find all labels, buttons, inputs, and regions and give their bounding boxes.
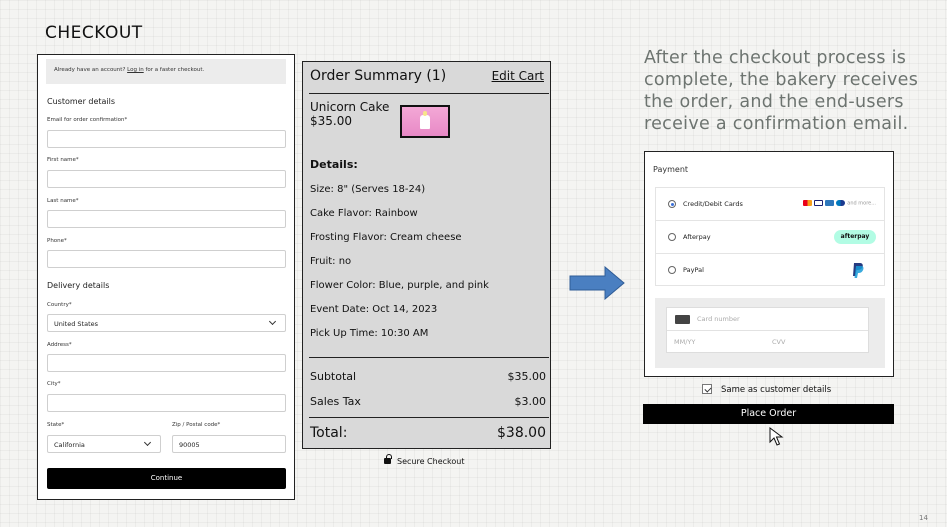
sales-tax-label: Sales Tax bbox=[310, 395, 361, 408]
zip-field[interactable]: 90005 bbox=[172, 435, 286, 453]
place-order-button[interactable]: Place Order bbox=[643, 404, 894, 424]
city-label: City* bbox=[47, 381, 61, 387]
login-suffix: for a faster checkout. bbox=[145, 67, 205, 73]
mouse-cursor-icon bbox=[769, 427, 784, 446]
visa-icon bbox=[814, 200, 824, 206]
first-name-label: First name* bbox=[47, 157, 79, 163]
email-field[interactable] bbox=[47, 130, 286, 148]
continue-button[interactable]: Continue bbox=[47, 468, 286, 489]
login-banner: Already have an account? Log in for a fa… bbox=[46, 59, 286, 84]
card-details-area: Card number MM/YY CVV bbox=[655, 298, 885, 368]
payment-option-paypal[interactable]: PayPal bbox=[655, 253, 885, 286]
address-label: Address* bbox=[47, 342, 72, 348]
login-prompt: Already have an account? bbox=[54, 67, 126, 73]
divider bbox=[309, 357, 549, 358]
radio-unselected[interactable] bbox=[668, 233, 676, 241]
card-fields: Card number MM/YY CVV bbox=[666, 307, 869, 353]
last-name-field[interactable] bbox=[47, 210, 286, 228]
card-option-label: Credit/Debit Cards bbox=[683, 200, 743, 208]
total-label: Total: bbox=[310, 425, 348, 441]
last-name-label: Last name* bbox=[47, 198, 79, 204]
chevron-down-icon bbox=[268, 317, 277, 326]
edit-cart-link[interactable]: Edit Cart bbox=[492, 69, 544, 83]
item-name: Unicorn Cake bbox=[310, 100, 390, 114]
checkout-form-panel: Already have an account? Log in for a fa… bbox=[37, 54, 295, 500]
divider bbox=[309, 93, 549, 94]
diners-icon bbox=[836, 200, 846, 206]
customer-details-heading: Customer details bbox=[47, 97, 116, 106]
subtotal-value: $35.00 bbox=[507, 370, 547, 383]
state-value: California bbox=[54, 441, 85, 449]
secure-checkout: Secure Checkout bbox=[384, 454, 465, 466]
right-arrow-icon bbox=[569, 266, 625, 300]
first-name-field[interactable] bbox=[47, 170, 286, 188]
detail-event-date: Event Date: Oct 14, 2023 bbox=[310, 304, 438, 315]
detail-cake-flavor: Cake Flavor: Rainbow bbox=[310, 208, 418, 219]
detail-fruit: Fruit: no bbox=[310, 256, 352, 267]
city-field[interactable] bbox=[47, 394, 286, 412]
payment-title: Payment bbox=[653, 165, 689, 174]
cake-thumbnail bbox=[400, 105, 450, 138]
expiry-field[interactable]: MM/YY bbox=[674, 338, 695, 346]
page-number: 14 bbox=[919, 514, 928, 522]
phone-field[interactable] bbox=[47, 250, 286, 268]
credit-card-icon bbox=[675, 315, 690, 324]
subtotal-row: Subtotal $35.00 bbox=[310, 370, 546, 383]
detail-pickup-time: Pick Up Time: 10:30 AM bbox=[310, 328, 429, 339]
card-number-placeholder: Card number bbox=[697, 315, 740, 323]
phone-label: Phone* bbox=[47, 238, 67, 244]
radio-unselected[interactable] bbox=[668, 266, 676, 274]
sales-tax-value: $3.00 bbox=[514, 395, 547, 408]
details-heading: Details: bbox=[310, 158, 358, 171]
address-field[interactable] bbox=[47, 354, 286, 372]
zip-value: 90005 bbox=[179, 441, 200, 449]
amex-icon bbox=[825, 200, 835, 206]
country-select[interactable]: United States bbox=[47, 314, 286, 332]
state-select[interactable]: California bbox=[47, 435, 161, 453]
mastercard-icon bbox=[803, 200, 813, 206]
item-price: $35.00 bbox=[310, 114, 352, 128]
sales-tax-row: Sales Tax $3.00 bbox=[310, 395, 546, 408]
paypal-icon bbox=[853, 263, 864, 278]
payment-option-afterpay[interactable]: Afterpay afterpay bbox=[655, 220, 885, 253]
email-label: Email for order confirmation* bbox=[47, 117, 128, 123]
subtotal-label: Subtotal bbox=[310, 370, 357, 383]
afterpay-badge: afterpay bbox=[834, 230, 876, 244]
slide-title: CHECKOUT bbox=[45, 23, 143, 43]
order-summary-title: Order Summary (1) bbox=[310, 68, 447, 84]
same-as-customer-row[interactable]: Same as customer details bbox=[702, 384, 831, 395]
card-number-field[interactable]: Card number bbox=[667, 308, 868, 331]
zip-label: Zip / Postal code* bbox=[172, 422, 221, 428]
paypal-option-label: PayPal bbox=[683, 266, 704, 274]
detail-frosting-flavor: Frosting Flavor: Cream cheese bbox=[310, 232, 462, 243]
divider bbox=[309, 417, 549, 418]
payment-option-card[interactable]: Credit/Debit Cards and more... bbox=[655, 187, 885, 220]
cvv-field[interactable]: CVV bbox=[772, 338, 785, 346]
detail-flower-color: Flower Color: Blue, purple, and pink bbox=[310, 280, 489, 291]
total-row: Total: $38.00 bbox=[310, 425, 546, 441]
same-as-customer-checkbox[interactable] bbox=[702, 384, 712, 394]
country-value: United States bbox=[54, 320, 99, 328]
same-as-customer-label: Same as customer details bbox=[721, 385, 832, 395]
lock-icon bbox=[384, 454, 392, 464]
country-label: Country* bbox=[47, 302, 72, 308]
radio-selected[interactable] bbox=[668, 200, 676, 208]
chevron-down-icon bbox=[143, 438, 152, 447]
total-value: $38.00 bbox=[497, 425, 546, 441]
detail-size: Size: 8" (Serves 18-24) bbox=[310, 184, 426, 195]
cards-more-text: and more... bbox=[847, 200, 876, 207]
state-label: State* bbox=[47, 422, 65, 428]
secure-checkout-label: Secure Checkout bbox=[397, 457, 465, 466]
order-summary-panel: Order Summary (1) Edit Cart Unicorn Cake… bbox=[302, 61, 551, 449]
payment-panel: Payment Credit/Debit Cards and more... A… bbox=[644, 151, 894, 377]
delivery-details-heading: Delivery details bbox=[47, 281, 110, 290]
card-brand-icons: and more... bbox=[803, 200, 876, 207]
afterpay-option-label: Afterpay bbox=[683, 233, 711, 241]
login-link[interactable]: Log in bbox=[127, 67, 144, 73]
cart-item: Unicorn Cake $35.00 bbox=[310, 100, 389, 128]
slide-caption: After the checkout process is complete, … bbox=[644, 48, 919, 134]
